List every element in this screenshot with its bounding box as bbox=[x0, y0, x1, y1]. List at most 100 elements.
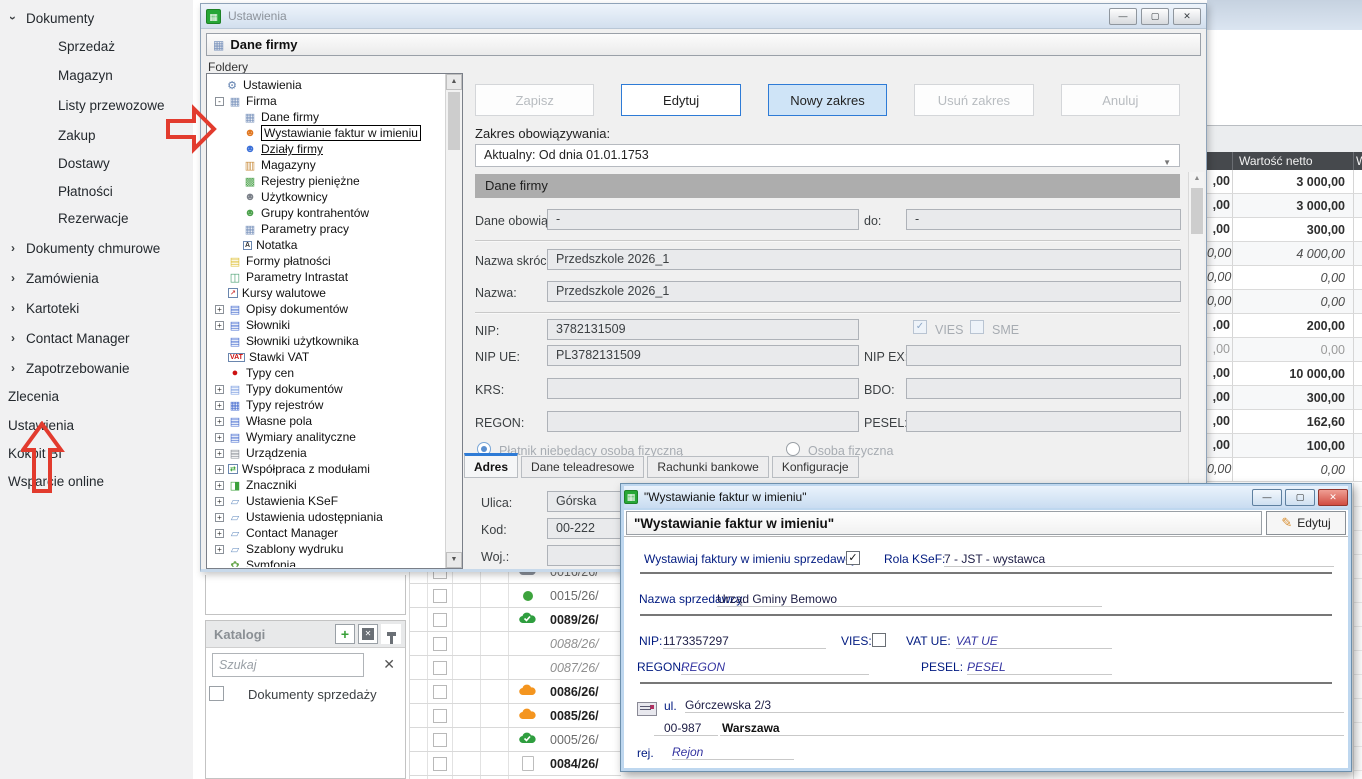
edit-button[interactable]: Edytuj bbox=[621, 84, 740, 116]
short-name-input[interactable]: Przedszkole 2026_1 bbox=[547, 249, 1181, 270]
tree-item-szablony-wydruku[interactable]: +▱Szablony wydruku bbox=[208, 541, 444, 557]
sidebar-item-kartoteki[interactable]: ›Kartoteki bbox=[0, 296, 193, 320]
row-checkbox[interactable] bbox=[433, 572, 447, 579]
row-checkbox[interactable] bbox=[433, 733, 447, 747]
close-button[interactable]: ✕ bbox=[1173, 8, 1201, 25]
sidebar-item-zapotrzebowanie[interactable]: ›Zapotrzebowanie bbox=[0, 356, 193, 380]
vies-checkbox[interactable] bbox=[872, 633, 886, 647]
tree-item-typy-rejestr-w[interactable]: +▦Typy rejestrów bbox=[208, 397, 444, 413]
tree-item-urz-dzenia[interactable]: +▤Urządzenia bbox=[208, 445, 444, 461]
tree-expander-icon[interactable]: + bbox=[215, 529, 224, 538]
scope-dropdown[interactable]: Aktualny: Od dnia 01.01.1753 ▼ bbox=[475, 144, 1180, 167]
table-row[interactable]: ,003 000,00 bbox=[1207, 194, 1362, 218]
table-row[interactable]: ,0010 000,00 bbox=[1207, 362, 1362, 386]
tree-item-kursy-walutowe[interactable]: ↗Kursy walutowe bbox=[208, 285, 444, 301]
table-row[interactable]: 0,000,00 bbox=[1207, 290, 1362, 314]
sidebar-item-sprzeda-[interactable]: Sprzedaż bbox=[0, 34, 193, 58]
table-row[interactable]: 0015/26/ bbox=[410, 584, 621, 608]
table-row[interactable]: 0,004 000,00 bbox=[1207, 242, 1362, 266]
tree-item-w-asne-pola[interactable]: +▤Własne pola bbox=[208, 413, 444, 429]
settings-window-titlebar[interactable]: ▦ Ustawienia — ▢ ✕ bbox=[201, 4, 1206, 29]
row-checkbox[interactable] bbox=[433, 757, 447, 771]
tab-konfiguracje[interactable]: Konfiguracje bbox=[772, 456, 859, 478]
issue-invoices-checkbox[interactable]: ✓ bbox=[846, 551, 860, 565]
regon-placeholder[interactable]: REGON bbox=[681, 660, 869, 675]
rej-placeholder[interactable]: Rejon bbox=[672, 745, 794, 760]
sidebar-item-magazyn[interactable]: Magazyn bbox=[0, 63, 193, 87]
nipex-input[interactable] bbox=[906, 345, 1181, 366]
regon-input[interactable] bbox=[547, 411, 859, 432]
tree-expander-icon[interactable]: + bbox=[215, 465, 224, 474]
tree-item-opisy-dokument-w[interactable]: +▤Opisy dokumentów bbox=[208, 301, 444, 317]
pesel-placeholder[interactable]: PESEL bbox=[967, 660, 1112, 675]
table-row[interactable]: 0,000,00 bbox=[1207, 266, 1362, 290]
tree-expander-icon[interactable]: + bbox=[215, 433, 224, 442]
nipue-input[interactable]: PL3782131509 bbox=[547, 345, 859, 366]
delete-catalog-button[interactable]: ✕ bbox=[358, 624, 378, 644]
sidebar-item-dostawy[interactable]: Dostawy bbox=[0, 151, 193, 175]
tree-item-notatka[interactable]: ANotatka bbox=[208, 237, 444, 253]
tree-item-grupy-kontrahent-w[interactable]: ☻Grupy kontrahentów bbox=[208, 205, 444, 221]
vies-checkbox[interactable]: ✓ bbox=[913, 320, 927, 334]
table-row[interactable]: ,00300,00 bbox=[1207, 386, 1362, 410]
table-row[interactable]: ,000,00 bbox=[1207, 338, 1362, 362]
row-checkbox[interactable] bbox=[433, 613, 447, 627]
table-row[interactable]: 0088/26/ bbox=[410, 632, 621, 656]
tree-expander-icon[interactable]: + bbox=[215, 545, 224, 554]
tab-adres[interactable]: Adres bbox=[464, 453, 518, 478]
vatue-placeholder[interactable]: VAT UE bbox=[956, 634, 1112, 649]
new-range-button[interactable]: Nowy zakres bbox=[768, 84, 887, 116]
catalog-search-input[interactable]: Szukaj bbox=[212, 653, 364, 677]
save-button[interactable]: Zapisz bbox=[475, 84, 594, 116]
krs-input[interactable] bbox=[547, 378, 859, 399]
row-checkbox[interactable] bbox=[433, 685, 447, 699]
tree-item-u-ytkownicy[interactable]: ☻Użytkownicy bbox=[208, 189, 444, 205]
valid-to-input[interactable]: - bbox=[906, 209, 1181, 230]
tree-item-formy-p-atno-ci[interactable]: ▤Formy płatności bbox=[208, 253, 444, 269]
minimize-button[interactable]: — bbox=[1109, 8, 1137, 25]
sidebar-item-rezerwacje[interactable]: Rezerwacje bbox=[0, 206, 193, 230]
table-row[interactable]: 0087/26/ bbox=[410, 656, 621, 680]
tree-item-wsp-praca-z-modu-ami[interactable]: +⇄Współpraca z modułami bbox=[208, 461, 444, 477]
valid-from-input[interactable]: - bbox=[547, 209, 859, 230]
tree-item-ustawienia-udost-pniania[interactable]: +▱Ustawienia udostępniania bbox=[208, 509, 444, 525]
tree-expander-icon[interactable]: + bbox=[215, 321, 224, 330]
tree-item-contact-manager[interactable]: +▱Contact Manager bbox=[208, 525, 444, 541]
tree-item-magazyny[interactable]: ▥Magazyny bbox=[208, 157, 444, 173]
row-checkbox[interactable] bbox=[433, 637, 447, 651]
cancel-button[interactable]: Anuluj bbox=[1061, 84, 1180, 116]
sidebar-item-dokumenty[interactable]: ›Dokumenty bbox=[0, 6, 193, 30]
tree-expander-icon[interactable]: + bbox=[215, 305, 224, 314]
table-row[interactable]: 0,000,00 bbox=[1207, 458, 1362, 482]
zip-value[interactable]: 00-987 bbox=[654, 721, 718, 736]
tree-item-ustawienia-ksef[interactable]: +▱Ustawienia KSeF bbox=[208, 493, 444, 509]
maximize-button[interactable]: ▢ bbox=[1141, 8, 1169, 25]
add-catalog-button[interactable]: + bbox=[335, 624, 355, 644]
table-row[interactable]: ,00300,00 bbox=[1207, 218, 1362, 242]
tree-item-parametry-pracy[interactable]: ▦Parametry pracy bbox=[208, 221, 444, 237]
table-row[interactable]: ,00162,60 bbox=[1207, 410, 1362, 434]
scroll-up-icon[interactable]: ▲ bbox=[446, 74, 462, 90]
name-input[interactable]: Przedszkole 2026_1 bbox=[547, 281, 1181, 302]
seller-name-value[interactable]: Urząd Gminy Bemowo bbox=[717, 592, 1102, 607]
tree-item-znaczniki[interactable]: +◨Znaczniki bbox=[208, 477, 444, 493]
tab-rachunki-bankowe[interactable]: Rachunki bankowe bbox=[647, 456, 768, 478]
row-checkbox[interactable] bbox=[433, 589, 447, 603]
tree-item-symfonia[interactable]: ✿Symfonia bbox=[208, 557, 444, 567]
maximize-button[interactable]: ▢ bbox=[1285, 489, 1315, 506]
table-row[interactable]: ,00200,00 bbox=[1207, 314, 1362, 338]
tree-scrollbar[interactable]: ▲ ▼ bbox=[445, 74, 462, 568]
catalog-item-checkbox[interactable] bbox=[209, 686, 224, 701]
nip-input[interactable]: 3782131509 bbox=[547, 319, 859, 340]
nip-value[interactable]: 1173357297 bbox=[663, 634, 826, 649]
tree-expander-icon[interactable]: + bbox=[215, 481, 224, 490]
tree-scrollbar-thumb[interactable] bbox=[448, 92, 460, 150]
tree-item-firma[interactable]: -▦Firma bbox=[208, 93, 444, 109]
tree-item-parametry-intrastat[interactable]: ◫Parametry Intrastat bbox=[208, 269, 444, 285]
table-row[interactable]: ,00100,00 bbox=[1207, 434, 1362, 458]
street-value[interactable]: Górczewska 2/3 bbox=[685, 698, 1344, 713]
sidebar-item-zakup[interactable]: Zakup bbox=[0, 123, 193, 147]
table-row[interactable]: 0016/26/ bbox=[410, 572, 621, 584]
dialog-titlebar[interactable]: ▦ "Wystawianie faktur w imieniu" — ▢ ✕ bbox=[624, 486, 1348, 508]
table-row[interactable]: 0089/26/ bbox=[410, 608, 621, 632]
